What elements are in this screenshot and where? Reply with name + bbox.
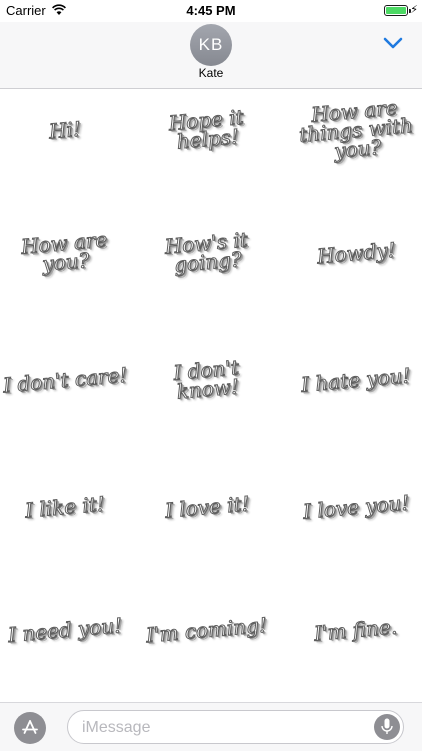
charging-bolt-icon: ⚡ xyxy=(410,4,418,16)
sticker-item[interactable]: I don't care! xyxy=(0,330,130,430)
sticker-item[interactable]: I love it! xyxy=(142,457,272,557)
clock-time: 4:45 PM xyxy=(186,3,236,18)
chevron-down-icon[interactable] xyxy=(382,35,404,51)
sticker-item[interactable]: I'm coming! xyxy=(142,580,272,680)
appstore-icon xyxy=(22,720,38,734)
microphone-button[interactable] xyxy=(374,714,400,740)
sticker-item[interactable]: Howdy! xyxy=(291,203,421,303)
message-input-bar: iMessage xyxy=(0,702,422,751)
sticker-item[interactable]: Hope it helps! xyxy=(142,80,272,180)
status-bar: Carrier 4:45 PM ⚡ xyxy=(0,0,422,22)
sticker-text: How's it going? xyxy=(163,227,249,277)
battery-fill xyxy=(386,7,406,14)
sticker-item[interactable]: How are you? xyxy=(0,203,130,303)
sticker-item[interactable]: I need you! xyxy=(0,580,130,680)
sticker-item[interactable]: How's it going? xyxy=(142,203,272,303)
sticker-item[interactable]: I like it! xyxy=(0,457,130,557)
sticker-item[interactable]: Hi! xyxy=(0,80,130,180)
message-input[interactable]: iMessage xyxy=(67,710,404,744)
sticker-text: I don't care! xyxy=(1,362,128,398)
contact-avatar[interactable]: KB xyxy=(190,24,232,66)
sticker-item[interactable]: I'm fine. xyxy=(291,580,421,680)
sticker-text: Hope it helps! xyxy=(167,104,245,154)
sticker-grid: Hi! Hope it helps! How are things with you… xyxy=(0,89,422,701)
sticker-text: I'm fine. xyxy=(313,613,399,646)
sticker-text: Hi! xyxy=(48,116,83,144)
sticker-text: I'm coming! xyxy=(145,612,269,647)
sticker-text: How are things with you? xyxy=(298,94,415,163)
sticker-text: I like it! xyxy=(24,491,107,523)
microphone-icon xyxy=(381,718,393,734)
sticker-text: I love it! xyxy=(163,490,251,523)
sticker-item[interactable]: I hate you! xyxy=(291,330,421,430)
contact-name[interactable]: Kate xyxy=(0,66,422,80)
sticker-text: How are you? xyxy=(20,227,109,277)
sticker-item[interactable]: I love you! xyxy=(291,457,421,557)
message-placeholder: iMessage xyxy=(82,719,151,736)
sticker-item[interactable]: I don't know! xyxy=(142,330,272,430)
sticker-text: Howdy! xyxy=(315,237,397,269)
sticker-item[interactable]: How are things with you? xyxy=(291,80,421,180)
battery-icon xyxy=(384,5,411,16)
sticker-text: I need you! xyxy=(7,612,124,647)
sticker-text: I hate you! xyxy=(300,362,412,397)
appstore-button[interactable] xyxy=(14,712,46,744)
sticker-text: I don't know! xyxy=(172,355,240,404)
sticker-text: I love you! xyxy=(301,489,411,524)
conversation-header: KB Kate xyxy=(0,22,422,89)
